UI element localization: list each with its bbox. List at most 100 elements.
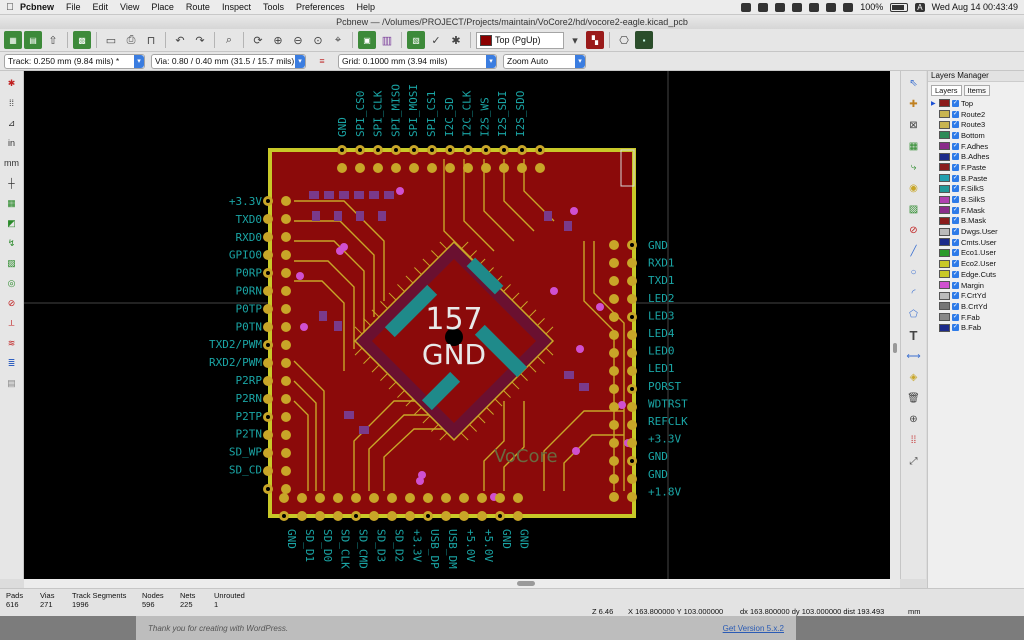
- layer-color-swatch[interactable]: [939, 291, 950, 300]
- ratsnest-icon[interactable]: ▦: [4, 195, 20, 211]
- layer-color-swatch[interactable]: [939, 142, 950, 151]
- layer-row[interactable]: ✓ B.Fab: [928, 322, 1024, 333]
- menu-tools[interactable]: Tools: [263, 2, 284, 12]
- layer-visibility-checkbox[interactable]: ✓: [952, 281, 959, 289]
- layer-visibility-checkbox[interactable]: ✓: [952, 313, 959, 321]
- drc-icon[interactable]: ✓: [427, 31, 445, 49]
- layer-row[interactable]: ✓ F.Mask: [928, 205, 1024, 216]
- layer-color-swatch[interactable]: [939, 163, 950, 172]
- layer-row[interactable]: ▶ ✓ Top: [928, 98, 1024, 109]
- layer-row[interactable]: ✓ Edge.Cuts: [928, 269, 1024, 280]
- highlight-net-icon[interactable]: ✚: [906, 96, 922, 112]
- layer-color-swatch[interactable]: [939, 184, 950, 193]
- wifi-icon[interactable]: [809, 2, 820, 12]
- polar-coords-icon[interactable]: ⊿: [4, 115, 20, 131]
- layer-color-swatch[interactable]: [939, 259, 950, 268]
- cursor-shape-icon[interactable]: ┼: [4, 175, 20, 191]
- layer-row[interactable]: ✓ B.Mask: [928, 216, 1024, 227]
- pcb-canvas[interactable]: 157 GND VoCore GND SPI_CS0 SPI_CLK SPI_MISO…: [24, 71, 890, 579]
- add-text-icon[interactable]: T: [906, 327, 922, 343]
- netlist-icon[interactable]: ▧: [407, 31, 425, 49]
- layer-visibility-checkbox[interactable]: ✓: [952, 196, 959, 204]
- add-circle-icon[interactable]: ○: [906, 264, 922, 280]
- board-setup-icon[interactable]: ▦: [4, 31, 22, 49]
- add-via-icon[interactable]: ◉: [906, 180, 922, 196]
- menu-route[interactable]: Route: [186, 2, 210, 12]
- open-board-icon[interactable]: ⇧: [44, 31, 62, 49]
- new-board-icon[interactable]: ▤: [24, 31, 42, 49]
- layer-row[interactable]: ✓ Eco1.User: [928, 248, 1024, 259]
- add-arc-icon[interactable]: ◜: [906, 285, 922, 301]
- active-layer-select[interactable]: Top (PgUp): [476, 31, 564, 49]
- layer-color-swatch[interactable]: [939, 131, 950, 140]
- set-origin-icon[interactable]: ⊕: [906, 411, 922, 427]
- save-board-icon[interactable]: ▩: [73, 31, 91, 49]
- layer-color-swatch[interactable]: [939, 313, 950, 322]
- auto-track-width-icon[interactable]: ≡: [312, 54, 332, 68]
- delete-icon[interactable]: 🗑: [906, 390, 922, 406]
- layer-row[interactable]: ✓ Bottom: [928, 130, 1024, 141]
- layer-color-swatch[interactable]: [939, 206, 950, 215]
- auto-delete-track-icon[interactable]: ↯: [4, 235, 20, 251]
- layer-visibility-checkbox[interactable]: ✓: [952, 228, 959, 236]
- layer-color-swatch[interactable]: [939, 270, 950, 279]
- bug-icon[interactable]: ✱: [447, 31, 465, 49]
- add-target-icon[interactable]: ◈: [906, 369, 922, 385]
- layer-color-swatch[interactable]: [939, 248, 950, 257]
- layer-color-swatch[interactable]: [939, 174, 950, 183]
- module-ratsnest-icon[interactable]: ◩: [4, 215, 20, 231]
- via-sketch-icon[interactable]: ⟂: [4, 315, 20, 331]
- bluetooth-icon[interactable]: [826, 2, 837, 12]
- add-footprint-icon[interactable]: ▦: [906, 138, 922, 154]
- footprint-editor-icon[interactable]: ▣: [358, 31, 376, 49]
- layer-visibility-checkbox[interactable]: ✓: [952, 163, 959, 171]
- layer-row[interactable]: ✓ F.CrtYd: [928, 290, 1024, 301]
- menu-preferences[interactable]: Preferences: [296, 2, 345, 12]
- layer-visibility-checkbox[interactable]: ✓: [952, 217, 959, 225]
- skype-icon[interactable]: [758, 2, 769, 12]
- layer-visibility-checkbox[interactable]: ✓: [952, 302, 959, 310]
- volume-icon[interactable]: [843, 2, 854, 12]
- select-arrow-icon[interactable]: ⇖: [906, 75, 922, 91]
- menu-app-name[interactable]: Pcbnew: [20, 2, 54, 12]
- layer-visibility-checkbox[interactable]: ✓: [952, 249, 959, 257]
- plot-icon[interactable]: ⊓: [142, 31, 160, 49]
- layer-color-swatch[interactable]: [939, 238, 950, 247]
- layer-color-swatch[interactable]: [939, 323, 950, 332]
- layer-row[interactable]: ✓ Cmts.User: [928, 237, 1024, 248]
- print-icon[interactable]: ⎙: [122, 31, 140, 49]
- console-icon[interactable]: ▪: [635, 31, 653, 49]
- menu-file[interactable]: File: [66, 2, 81, 12]
- splitter-grip[interactable]: [893, 343, 897, 353]
- layer-visibility-checkbox[interactable]: ✓: [952, 153, 959, 161]
- units-mm-icon[interactable]: mm: [4, 155, 20, 171]
- scripting-icon[interactable]: ⎔: [615, 31, 633, 49]
- layer-color-swatch[interactable]: [939, 110, 950, 119]
- gmail-icon[interactable]: [741, 2, 752, 12]
- refresh-icon[interactable]: ⟳: [249, 31, 267, 49]
- add-polygon-icon[interactable]: ⬠: [906, 306, 922, 322]
- zoom-fit-icon[interactable]: ⊙: [309, 31, 327, 49]
- layer-visibility-checkbox[interactable]: ✓: [952, 292, 959, 300]
- drc-toggle-icon[interactable]: ✱: [4, 75, 20, 91]
- flag-icon[interactable]: [792, 2, 803, 12]
- zoom-in-icon[interactable]: ⊕: [269, 31, 287, 49]
- layer-row[interactable]: ✓ F.Adhes: [928, 141, 1024, 152]
- layer-row[interactable]: ✓ B.CrtYd: [928, 301, 1024, 312]
- menu-edit[interactable]: Edit: [93, 2, 109, 12]
- layer-row[interactable]: ✓ B.Adhes: [928, 151, 1024, 162]
- grid-toggle-icon[interactable]: ⁞⁞: [4, 95, 20, 111]
- menu-place[interactable]: Place: [151, 2, 174, 12]
- layer-color-swatch[interactable]: [939, 281, 950, 290]
- layer-row[interactable]: ✓ Dwgs.User: [928, 226, 1024, 237]
- pad-sketch-icon[interactable]: ⊘: [4, 295, 20, 311]
- undo-icon[interactable]: ↶: [171, 31, 189, 49]
- menu-inspect[interactable]: Inspect: [222, 2, 251, 12]
- layer-visibility-checkbox[interactable]: ✓: [952, 121, 959, 129]
- layer-visibility-checkbox[interactable]: ✓: [952, 131, 959, 139]
- measure-icon[interactable]: ⤢: [906, 453, 922, 469]
- zoom-selection-icon[interactable]: ⌖: [329, 31, 347, 49]
- layer-color-swatch[interactable]: [939, 216, 950, 225]
- layer-visibility-checkbox[interactable]: ✓: [952, 185, 959, 193]
- layer-row[interactable]: ✓ F.Fab: [928, 312, 1024, 323]
